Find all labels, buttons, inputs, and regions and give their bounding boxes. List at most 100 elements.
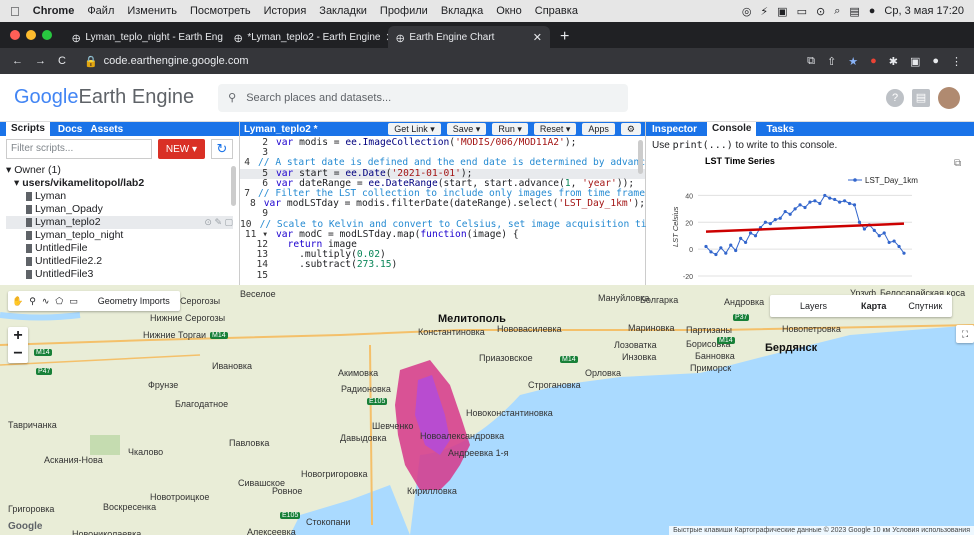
geometry-imports-button[interactable]: Geometry Imports — [92, 296, 176, 306]
script-file[interactable]: UntitledFile — [6, 242, 233, 255]
rectangle-icon[interactable]: ▭ — [69, 296, 78, 307]
close-tab-icon[interactable]: ✕ — [533, 31, 542, 44]
tab-scripts[interactable]: Scripts — [6, 122, 50, 136]
reload-icon[interactable]: C — [58, 55, 66, 67]
scrollbar[interactable] — [638, 140, 643, 174]
file-action-icons[interactable]: ⊙ ✎ ▢ — [204, 216, 233, 229]
lst-chart[interactable]: LST Time Series ⧉ -20 0 20 40 LST Celsius LST_D… — [650, 152, 970, 282]
apple-icon[interactable]:  — [10, 4, 20, 19]
hand-icon[interactable]: ✋ — [12, 296, 23, 307]
script-file-selected[interactable]: Lyman_teplo2 ⊙ ✎ ▢ — [6, 216, 233, 229]
menu-help[interactable]: Справка — [535, 5, 578, 17]
browser-tab-active[interactable]: 🜨 Earth Engine Chart ✕ — [388, 26, 550, 48]
script-file[interactable]: Lyman_Opady — [6, 203, 233, 216]
close-window-button[interactable] — [10, 30, 20, 40]
menu-view[interactable]: Посмотреть — [190, 5, 251, 17]
browser-tab[interactable]: 🜨 Lyman_teplo_night - Earth Eng ✕ — [64, 26, 226, 48]
marker-icon[interactable]: ⚲ — [29, 296, 36, 307]
share-icon[interactable]: ⇧ — [827, 55, 836, 68]
spotlight-icon[interactable]: ⌕ — [834, 5, 840, 18]
extensions-puzzle-icon[interactable]: ✱ — [889, 55, 898, 68]
battery-icon[interactable]: ▭ — [797, 5, 807, 18]
sidepanel-icon[interactable]: ▣ — [910, 55, 920, 68]
map-attribution[interactable]: Быстрые клавиши Картографические данные … — [669, 526, 974, 535]
window-controls — [10, 22, 52, 48]
profile-icon[interactable]: ● — [932, 55, 939, 68]
filter-scripts-input[interactable]: Filter scripts... — [6, 139, 152, 159]
tab-assets[interactable]: Assets — [90, 124, 123, 135]
script-file[interactable]: Lyman — [6, 190, 233, 203]
fullscreen-icon[interactable]: ⛶ — [956, 325, 974, 343]
siri-icon[interactable]: ● — [869, 5, 876, 17]
back-icon[interactable]: ← — [12, 55, 23, 67]
script-file[interactable]: UntitledFile2.2 — [6, 255, 233, 268]
menu-bookmarks[interactable]: Закладки — [319, 5, 367, 17]
tree-repo[interactable]: ▾ users/vikamelitopol/lab2 — [6, 177, 233, 190]
browser-tabbar: 🜨 Lyman_teplo_night - Earth Eng ✕ 🜨 *Lym… — [0, 22, 974, 48]
map-type-satellite-button[interactable]: Спутник — [898, 301, 952, 311]
new-button[interactable]: NEW ▾ — [157, 139, 205, 159]
clock[interactable]: Ср, 3 мая 17:20 — [884, 5, 964, 17]
menu-edit[interactable]: Изменить — [127, 5, 177, 17]
settings-gear-icon[interactable]: ⚙ — [620, 123, 641, 135]
tab-inspector[interactable]: Inspector — [652, 124, 697, 135]
search-box[interactable]: ⚲ Search places and datasets... — [218, 83, 629, 112]
zoom-in-button[interactable]: + — [13, 327, 22, 345]
script-file[interactable]: Lyman_teplo_night — [6, 229, 233, 242]
forward-icon[interactable]: → — [35, 55, 46, 67]
menu-window[interactable]: Окно — [496, 5, 522, 17]
bookmark-star-icon[interactable]: ★ — [848, 55, 858, 68]
extension-icon[interactable]: ● — [870, 55, 877, 68]
logo-google: Google — [14, 86, 79, 108]
refresh-icon[interactable]: ↻ — [211, 139, 233, 159]
new-tab-button[interactable]: + — [550, 26, 579, 48]
tree-owner[interactable]: ▾ Owner (1) — [6, 164, 233, 177]
map-type-karta-button[interactable]: Карта — [849, 301, 898, 311]
menu-app-name[interactable]: Chrome — [33, 5, 75, 17]
code-line[interactable]: 8 var modLSTday = modis.filterDate(dateRa… — [240, 199, 645, 209]
code-line[interactable]: 2 var modis = ee.ImageCollection('MODIS/0… — [240, 137, 645, 148]
code-area[interactable]: 2 var modis = ee.ImageCollection('MODIS/0… — [240, 136, 647, 281]
polygon-icon[interactable]: ⬠ — [55, 296, 63, 307]
zoom-out-button[interactable]: − — [13, 345, 22, 363]
zoom-window-button[interactable] — [42, 30, 52, 40]
minimize-window-button[interactable] — [26, 30, 36, 40]
code-line[interactable]: 15 — [240, 270, 645, 281]
tab-console[interactable]: Console — [707, 122, 757, 136]
zoom-controls: + − — [8, 327, 28, 363]
layers-button[interactable]: Layers — [770, 301, 849, 311]
control-center-icon[interactable]: ⊙ — [816, 5, 825, 18]
script-file[interactable]: UntitledFile3 — [6, 268, 233, 281]
menu-history[interactable]: История — [264, 5, 307, 17]
apps-button[interactable]: Apps — [582, 123, 615, 135]
tab-tasks[interactable]: Tasks — [766, 124, 794, 135]
more-menu-icon[interactable]: ⋮ — [951, 55, 962, 68]
feedback-icon[interactable]: ▤ — [912, 88, 930, 107]
menu-profiles[interactable]: Профили — [380, 5, 428, 17]
data-point — [753, 234, 758, 238]
gee-logo[interactable]: Google Earth Engine — [14, 86, 194, 109]
help-icon[interactable]: ? — [886, 88, 904, 107]
line-icon[interactable]: ∿ — [42, 296, 50, 307]
browser-tab[interactable]: 🜨 *Lyman_teplo2 - Earth Engine ✕ — [226, 26, 388, 48]
tab-docs[interactable]: Docs — [58, 124, 82, 135]
save-button[interactable]: Save ▾ — [446, 123, 487, 135]
map-canvas[interactable]: Мелитополь Константиновка Нововасилевка Ман… — [0, 285, 974, 535]
url-field[interactable]: 🔒 code.earthengine.google.com — [84, 55, 249, 68]
menu-file[interactable]: Файл — [87, 5, 114, 17]
menu-tab[interactable]: Вкладка — [441, 5, 483, 17]
data-point — [798, 203, 802, 207]
screen-icon[interactable]: ▤ — [849, 5, 859, 18]
status-icon[interactable]: ⚡ — [760, 5, 768, 18]
vk-icon[interactable]: ▣ — [777, 5, 787, 18]
map-place-label: Новопетровка — [782, 324, 841, 334]
translate-icon[interactable]: ⧉ — [807, 55, 815, 68]
scrollbar[interactable] — [231, 166, 236, 206]
reset-button[interactable]: Reset ▾ — [533, 123, 577, 135]
get-link-button[interactable]: Get Link ▾ — [388, 123, 441, 135]
code-line[interactable]: 14 .subtract(273.15) — [240, 260, 645, 270]
run-button[interactable]: Run ▾ — [492, 123, 528, 135]
map-place-label: Павловка — [229, 438, 270, 448]
avatar[interactable] — [938, 86, 960, 109]
status-icon[interactable]: ◎ — [742, 5, 752, 18]
